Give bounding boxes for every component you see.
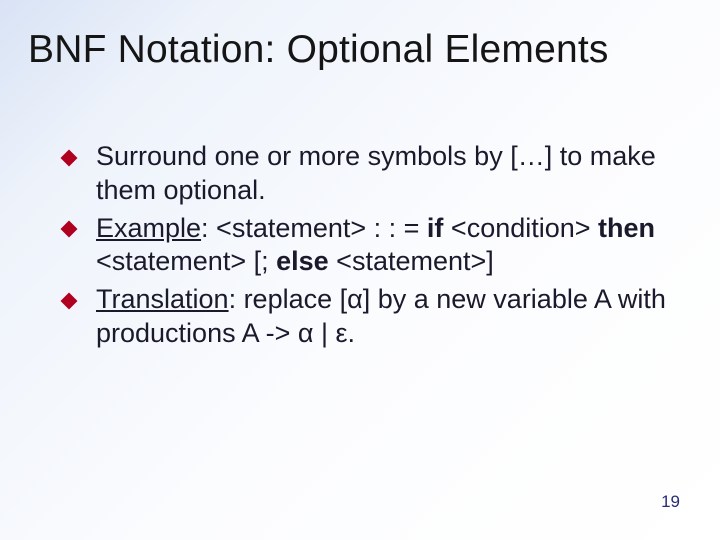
keyword: if (427, 213, 444, 243)
bullet-text: Surround one or more symbols by […] to m… (96, 141, 656, 205)
greek-alpha: α (298, 318, 314, 348)
greek-alpha: α (347, 284, 363, 314)
bullet-item: Surround one or more symbols by […] to m… (60, 140, 670, 208)
bullet-seg: | ε. (314, 318, 356, 348)
page-number: 19 (661, 492, 680, 512)
bullet-seg: : <statement> : : = (201, 213, 427, 243)
bullet-item: Translation: replace [α] by a new variab… (60, 283, 670, 351)
diamond-icon (60, 292, 78, 310)
bullet-lead: Translation (96, 284, 229, 314)
bullet-seg: <statement> [; (96, 246, 276, 276)
slide-title: BNF Notation: Optional Elements (28, 28, 692, 72)
bullet-lead: Example (96, 213, 201, 243)
keyword: then (598, 213, 655, 243)
slide: BNF Notation: Optional Elements Surround… (0, 0, 720, 540)
keyword: else (276, 246, 329, 276)
bullet-seg: : replace [ (229, 284, 348, 314)
bullet-seg: <condition> (443, 213, 598, 243)
bullet-item: Example: <statement> : : = if <condition… (60, 212, 670, 280)
diamond-icon (60, 149, 78, 167)
slide-body: Surround one or more symbols by […] to m… (60, 140, 670, 355)
diamond-icon (60, 220, 78, 238)
bullet-seg: <statement>] (329, 246, 494, 276)
